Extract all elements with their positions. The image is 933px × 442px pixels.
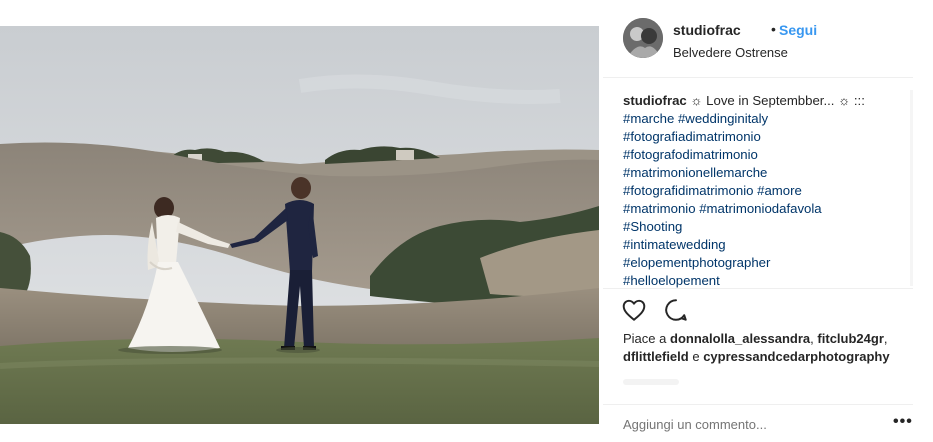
post-caption: studiofrac ☼ Love in Septembber... ☼ :::… bbox=[623, 92, 913, 288]
comment-input[interactable] bbox=[623, 417, 873, 432]
caption-first-line: studiofrac ☼ Love in Septembber... ☼ ::: bbox=[623, 92, 913, 110]
post-username[interactable]: studiofrac bbox=[673, 22, 741, 38]
caption-hashtag-line[interactable]: #elopementphotographer bbox=[623, 254, 913, 272]
liker-link[interactable]: donnalolla_alessandra bbox=[670, 331, 810, 346]
caption-hashtag-line[interactable]: #fotografiadimatrimonio bbox=[623, 128, 913, 146]
caption-username[interactable]: studiofrac bbox=[623, 93, 687, 108]
separator-dot: • bbox=[771, 21, 776, 37]
likes-comma: , bbox=[883, 331, 888, 346]
caption-text: ☼ Love in Septembber... ☼ ::: bbox=[690, 93, 865, 108]
post-photo[interactable] bbox=[0, 26, 599, 424]
more-options-icon[interactable]: ••• bbox=[893, 413, 913, 431]
avatar-image bbox=[623, 18, 663, 58]
post-header: studiofrac • Segui Belvedere Ostrense bbox=[603, 0, 913, 78]
liker-link[interactable]: dflittlefield bbox=[623, 349, 689, 364]
avatar[interactable] bbox=[623, 18, 663, 58]
caption-hashtag-line[interactable]: #helloelopement bbox=[623, 272, 913, 288]
post-actions bbox=[603, 288, 913, 328]
likes-conjunction: e bbox=[692, 349, 700, 364]
comment-icon[interactable] bbox=[663, 297, 689, 323]
caption-hashtag-line[interactable]: #matrimonionellemarche bbox=[623, 164, 913, 182]
caption-hashtag-line[interactable]: #fotografidimatrimonio #amore bbox=[623, 182, 913, 200]
post-timestamp-faded bbox=[623, 379, 679, 385]
follow-button[interactable]: Segui bbox=[779, 22, 817, 38]
likes-summary: Piace a donnalolla_alessandra, fitclub24… bbox=[623, 330, 913, 366]
caption-hashtag-line[interactable]: #fotografodimatrimonio bbox=[623, 146, 913, 164]
heart-icon[interactable] bbox=[621, 297, 647, 323]
caption-hashtag-line[interactable]: #intimatewedding bbox=[623, 236, 913, 254]
caption-hashtag-line[interactable]: #matrimonio #matrimoniodafavola bbox=[623, 200, 913, 218]
post-sidebar: studiofrac • Segui Belvedere Ostrense st… bbox=[603, 0, 933, 442]
wedding-couple-photo bbox=[0, 26, 599, 424]
likes-comma: , bbox=[810, 331, 814, 346]
caption-hashtag-line[interactable]: #marche #weddinginitaly bbox=[623, 110, 913, 128]
post-media-area bbox=[0, 0, 599, 442]
post-location[interactable]: Belvedere Ostrense bbox=[673, 45, 788, 60]
liker-link[interactable]: cypressandcedarphotography bbox=[703, 349, 889, 364]
caption-scrollbar[interactable] bbox=[910, 90, 913, 286]
liker-link[interactable]: fitclub24gr bbox=[817, 331, 883, 346]
comment-box: ••• bbox=[603, 404, 913, 442]
caption-hashtag-line[interactable]: #Shooting bbox=[623, 218, 913, 236]
likes-prefix: Piace a bbox=[623, 331, 667, 346]
